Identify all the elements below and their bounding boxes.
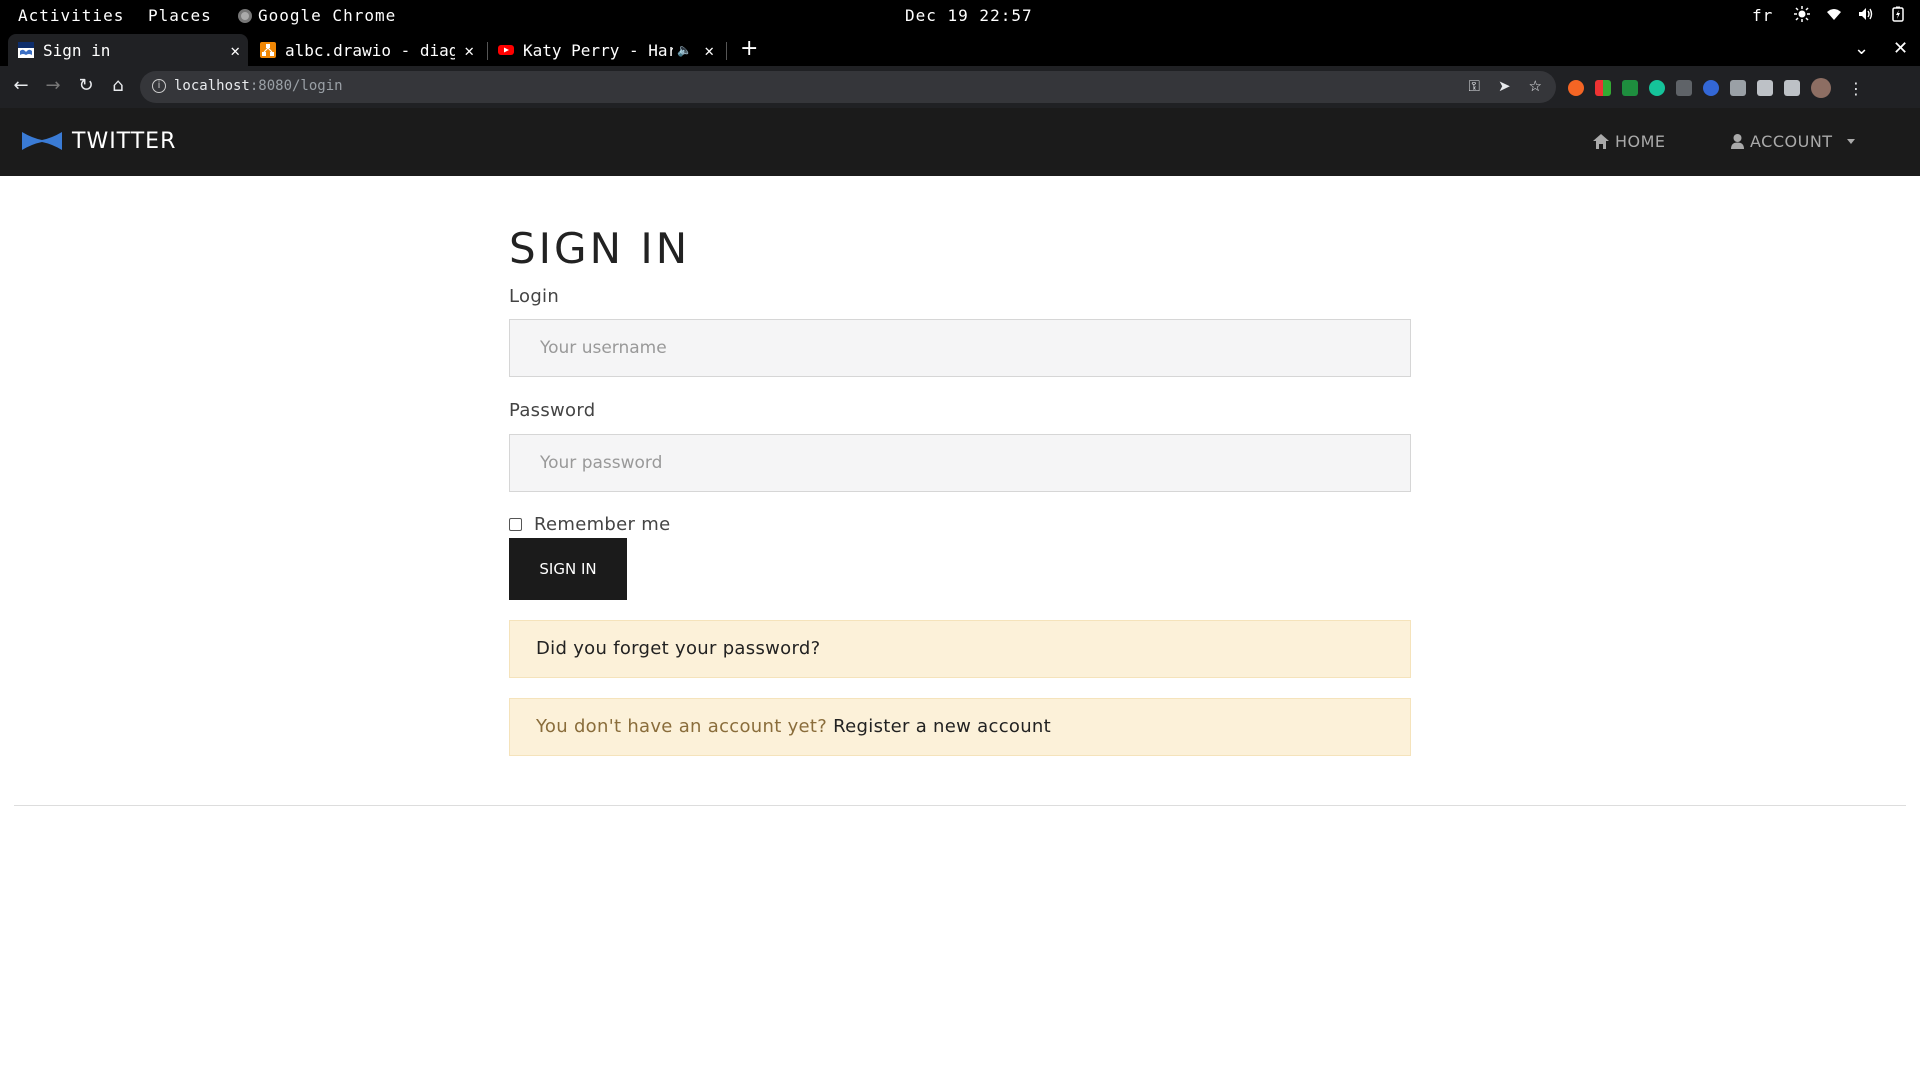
extensions-puzzle-icon[interactable]: [1757, 80, 1773, 96]
nav-account-label: ACCOUNT: [1750, 132, 1833, 151]
user-icon: [1731, 134, 1744, 149]
brightness-icon: [1794, 6, 1810, 22]
brand-link[interactable]: TWITTER: [20, 128, 176, 154]
system-tray[interactable]: [1794, 6, 1906, 22]
wifi-icon: [1827, 9, 1841, 20]
address-bar[interactable]: i localhost:8080/login ⚿ ➤ ☆: [140, 71, 1556, 103]
extension-icon[interactable]: [1676, 80, 1692, 96]
home-icon[interactable]: ⌂: [106, 75, 130, 96]
tab-strip: Sign in ✕ albc.drawio - diagr ✕ Katy Per…: [0, 32, 1920, 66]
tab-title: Katy Perry - Har: [523, 40, 673, 60]
extensions-bar: ⋮: [1568, 78, 1864, 98]
chevron-down-icon: [1846, 139, 1855, 144]
youtube-favicon: [498, 45, 514, 55]
password-label: Password: [509, 400, 596, 421]
password-key-icon[interactable]: ⚿: [1469, 77, 1480, 95]
system-top-bar: Activities Places Google Chrome Dec 19 2…: [0, 0, 1920, 32]
password-input[interactable]: Your password: [509, 434, 1411, 492]
bookmark-star-icon[interactable]: ☆: [1529, 77, 1542, 95]
audio-playing-icon[interactable]: 🔈: [677, 43, 692, 57]
footer-divider: [14, 805, 1906, 806]
camera-icon[interactable]: [1730, 80, 1746, 96]
grammarly-icon[interactable]: [1649, 80, 1665, 96]
site-info-icon[interactable]: i: [152, 79, 166, 93]
twitter-app-favicon: [18, 42, 34, 58]
nav-home[interactable]: HOME: [1593, 132, 1666, 151]
close-tab-icon[interactable]: ✕: [704, 41, 714, 60]
url-host: localhost: [174, 78, 250, 94]
media-control-icon[interactable]: [1784, 80, 1800, 96]
close-window-icon[interactable]: ✕: [1893, 38, 1908, 59]
tab-title: Sign in: [43, 40, 111, 60]
app-navbar: TWITTER HOME ACCOUNT: [0, 108, 1920, 176]
nav-home-label: HOME: [1615, 132, 1666, 151]
brand-name: TWITTER: [72, 128, 177, 154]
remember-me[interactable]: Remember me: [509, 514, 670, 535]
app-menu-label: Google Chrome: [258, 6, 397, 25]
forgot-password-alert: Did you forget your password?: [509, 620, 1411, 678]
extension-icon[interactable]: [1595, 80, 1611, 96]
places-menu[interactable]: Places: [148, 6, 212, 25]
url-path: :8080/login: [249, 78, 343, 94]
tab-drawio[interactable]: albc.drawio - diagr ✕: [250, 34, 482, 66]
extension-icon[interactable]: [1703, 80, 1719, 96]
chrome-menu-icon[interactable]: ⋮: [1848, 79, 1864, 98]
tab-separator: [726, 42, 727, 60]
keyboard-layout-indicator[interactable]: fr: [1752, 6, 1773, 25]
login-label: Login: [509, 286, 560, 307]
no-account-text: You don't have an account yet?: [536, 716, 828, 737]
chrome-icon: [238, 9, 252, 23]
volume-icon: [1859, 8, 1873, 20]
send-icon[interactable]: ➤: [1498, 77, 1511, 95]
reload-icon[interactable]: ↻: [74, 75, 98, 96]
close-tab-icon[interactable]: ✕: [464, 41, 474, 60]
username-input[interactable]: Your username: [509, 319, 1411, 377]
url-text[interactable]: localhost:8080/login: [174, 78, 343, 94]
page-title: SIGN IN: [509, 224, 691, 273]
profile-avatar[interactable]: [1811, 78, 1831, 98]
sign-in-button[interactable]: SIGN IN: [509, 538, 627, 600]
forgot-password-link[interactable]: Did you forget your password?: [536, 638, 820, 659]
nav-account-dropdown[interactable]: ACCOUNT: [1731, 132, 1855, 151]
app-menu[interactable]: Google Chrome: [238, 6, 396, 25]
clock[interactable]: Dec 19 22:57: [905, 6, 1033, 25]
tab-title: albc.drawio - diagr: [285, 40, 455, 60]
activities-button[interactable]: Activities: [18, 6, 124, 25]
back-icon[interactable]: ←: [9, 75, 33, 96]
extension-icon[interactable]: [1568, 80, 1584, 96]
tab-search-icon[interactable]: ⌄: [1854, 38, 1869, 59]
brand-logo-icon: [22, 132, 62, 150]
tab-sign-in[interactable]: Sign in ✕: [8, 34, 248, 66]
remember-me-checkbox[interactable]: [509, 518, 522, 531]
new-tab-button[interactable]: +: [740, 36, 758, 61]
tab-youtube[interactable]: Katy Perry - Har 🔈 ✕: [488, 34, 722, 66]
drawio-favicon: [260, 42, 276, 58]
extension-icon[interactable]: [1622, 80, 1638, 96]
close-tab-icon[interactable]: ✕: [230, 41, 240, 60]
home-icon: [1593, 134, 1609, 149]
forward-icon[interactable]: →: [41, 75, 65, 96]
remember-me-label: Remember me: [534, 514, 671, 535]
battery-icon: [1892, 6, 1904, 22]
register-link[interactable]: Register a new account: [833, 716, 1051, 737]
register-alert: You don't have an account yet? Register …: [509, 698, 1411, 756]
